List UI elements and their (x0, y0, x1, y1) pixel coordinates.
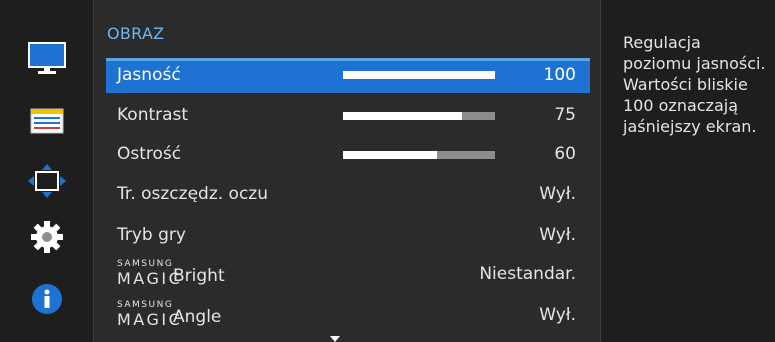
samsung-magic-logo: SAMSUNG MAGIC Angle (117, 300, 257, 332)
menu-item-value: Niestandar. (479, 264, 576, 284)
brand-small-text: SAMSUNG (117, 259, 174, 269)
osd-menu: OBRAZ Jasność 100 Kontrast 75 Ostrość 60… (0, 0, 775, 342)
menu-item-game-mode[interactable]: Tryb gry Wył. (106, 219, 590, 254)
menu-item-value: 100 (543, 65, 576, 85)
size-position-icon[interactable] (28, 162, 66, 200)
menu-item-magic-bright[interactable]: SAMSUNG MAGIC Bright Niestandar. (106, 258, 590, 293)
slider-fill (343, 112, 462, 120)
menu-item-magic-angle[interactable]: SAMSUNG MAGIC Angle Wył. (106, 299, 590, 334)
category-sidebar (0, 0, 93, 342)
menu-item-value: 75 (554, 105, 576, 125)
settings-list-icon[interactable] (28, 102, 66, 140)
menu-item-sharpness[interactable]: Ostrość 60 (106, 138, 590, 173)
monitor-icon[interactable] (28, 40, 66, 78)
menu-item-value: Wył. (539, 225, 576, 245)
menu-item-label: Tryb gry (117, 225, 186, 245)
contrast-slider[interactable] (343, 112, 495, 120)
menu-item-brightness[interactable]: Jasność 100 (106, 58, 590, 93)
menu-item-contrast[interactable]: Kontrast 75 (106, 99, 590, 134)
slider-fill (343, 151, 438, 159)
samsung-magic-logo: SAMSUNG MAGIC Bright (117, 259, 257, 291)
menu-item-value: Wył. (539, 184, 576, 204)
menu-title: OBRAZ (107, 24, 165, 43)
menu-item-eye-saver[interactable]: Tr. oszczędz. oczu Wył. (106, 178, 590, 213)
menu-item-label: Jasność (117, 65, 181, 85)
help-text: Regulacja poziomu jasności. Wartości bli… (623, 33, 766, 136)
scroll-down-icon[interactable] (330, 336, 340, 342)
menu-item-label: Kontrast (117, 105, 189, 125)
brand-small-text: SAMSUNG (117, 300, 174, 310)
menu-item-value: Wył. (539, 305, 576, 325)
help-panel: Regulacja poziomu jasności. Wartości bli… (601, 0, 775, 342)
sharpness-slider[interactable] (343, 151, 495, 159)
slider-fill (343, 71, 495, 79)
gear-icon[interactable] (28, 218, 66, 256)
menu-item-value: 60 (554, 144, 576, 164)
menu-item-label: Tr. oszczędz. oczu (117, 184, 268, 204)
info-icon[interactable] (28, 280, 66, 318)
menu-item-label: Ostrość (117, 144, 182, 164)
menu-item-label: Bright (173, 266, 225, 286)
picture-menu-panel: OBRAZ Jasność 100 Kontrast 75 Ostrość 60… (93, 0, 601, 342)
brightness-slider[interactable] (343, 71, 495, 79)
menu-item-label: Angle (173, 307, 222, 327)
